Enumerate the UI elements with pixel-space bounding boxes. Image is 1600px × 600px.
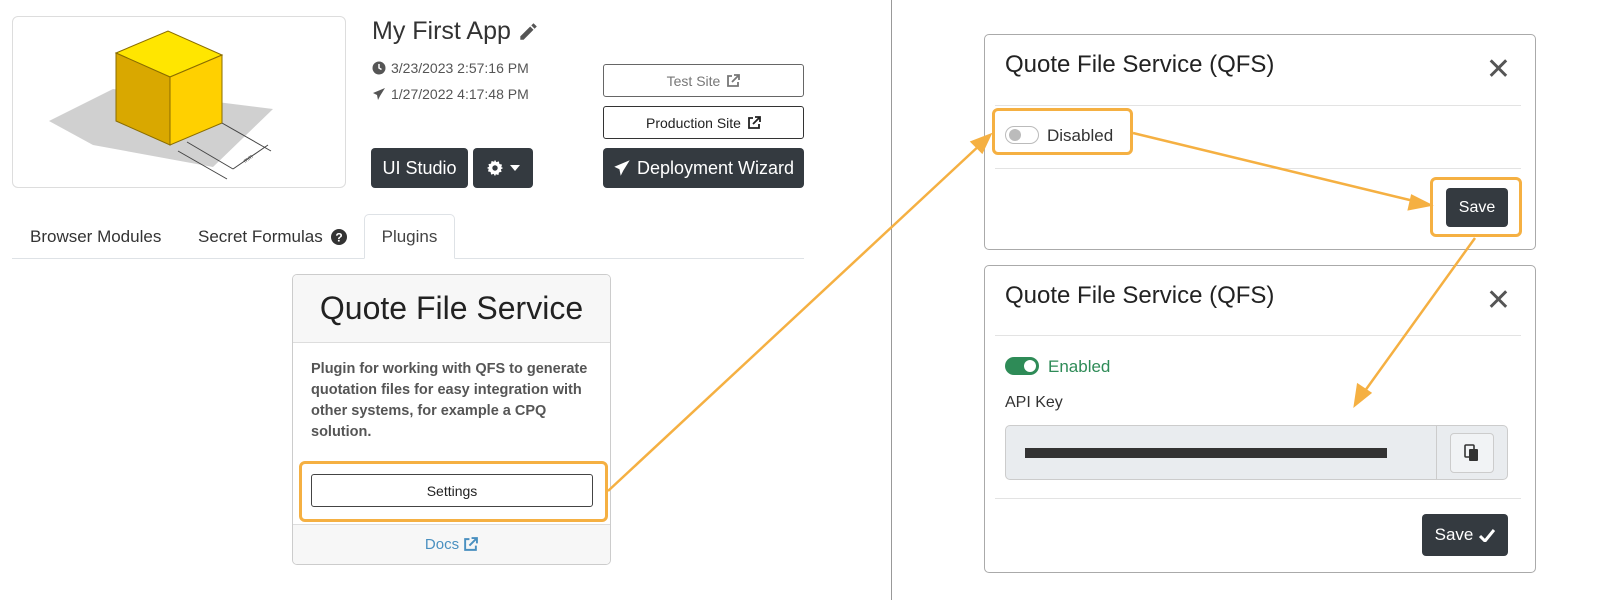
arrow-toggle-to-save [1132,131,1419,204]
arrow-save-to-enabled [1360,237,1477,396]
arrow-settings-to-modal [607,142,983,492]
arrowhead-icon [1407,194,1434,211]
annotation-arrows [607,131,1477,492]
